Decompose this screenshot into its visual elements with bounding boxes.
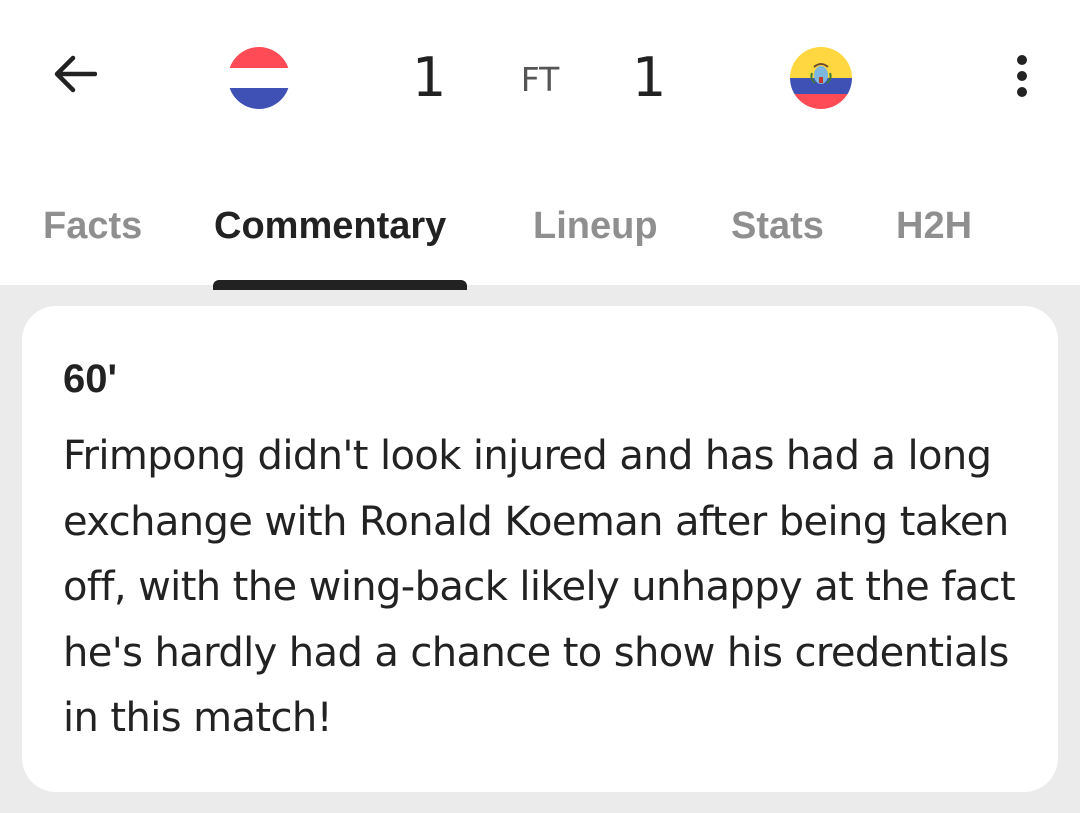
ecuador-flag-icon[interactable] <box>790 47 852 109</box>
active-tab-indicator <box>213 280 467 290</box>
tab-commentary[interactable]: Commentary <box>214 195 446 257</box>
away-score: 1 <box>632 46 667 109</box>
arrow-left-icon <box>54 55 97 93</box>
back-button[interactable] <box>40 44 108 104</box>
tab-bar: Facts Commentary Lineup Stats H2H <box>0 195 1080 290</box>
tab-stats[interactable]: Stats <box>731 195 824 257</box>
match-status: FT <box>520 60 560 99</box>
netherlands-flag-icon[interactable] <box>228 47 290 109</box>
commentary-card: 60' Frimpong didn't look injured and has… <box>22 306 1058 792</box>
more-options-button[interactable] <box>1000 46 1044 106</box>
home-score: 1 <box>412 46 447 109</box>
tab-facts[interactable]: Facts <box>43 195 142 257</box>
tab-lineup[interactable]: Lineup <box>533 195 658 257</box>
commentary-minute: 60' <box>63 357 118 401</box>
more-vertical-icon <box>1017 55 1027 97</box>
tab-h2h[interactable]: H2H <box>896 195 972 257</box>
match-header: 1 FT 1 Facts Commentary Lineup Stats H2H <box>0 0 1080 290</box>
commentary-text: Frimpong didn't look injured and has had… <box>63 433 1016 741</box>
